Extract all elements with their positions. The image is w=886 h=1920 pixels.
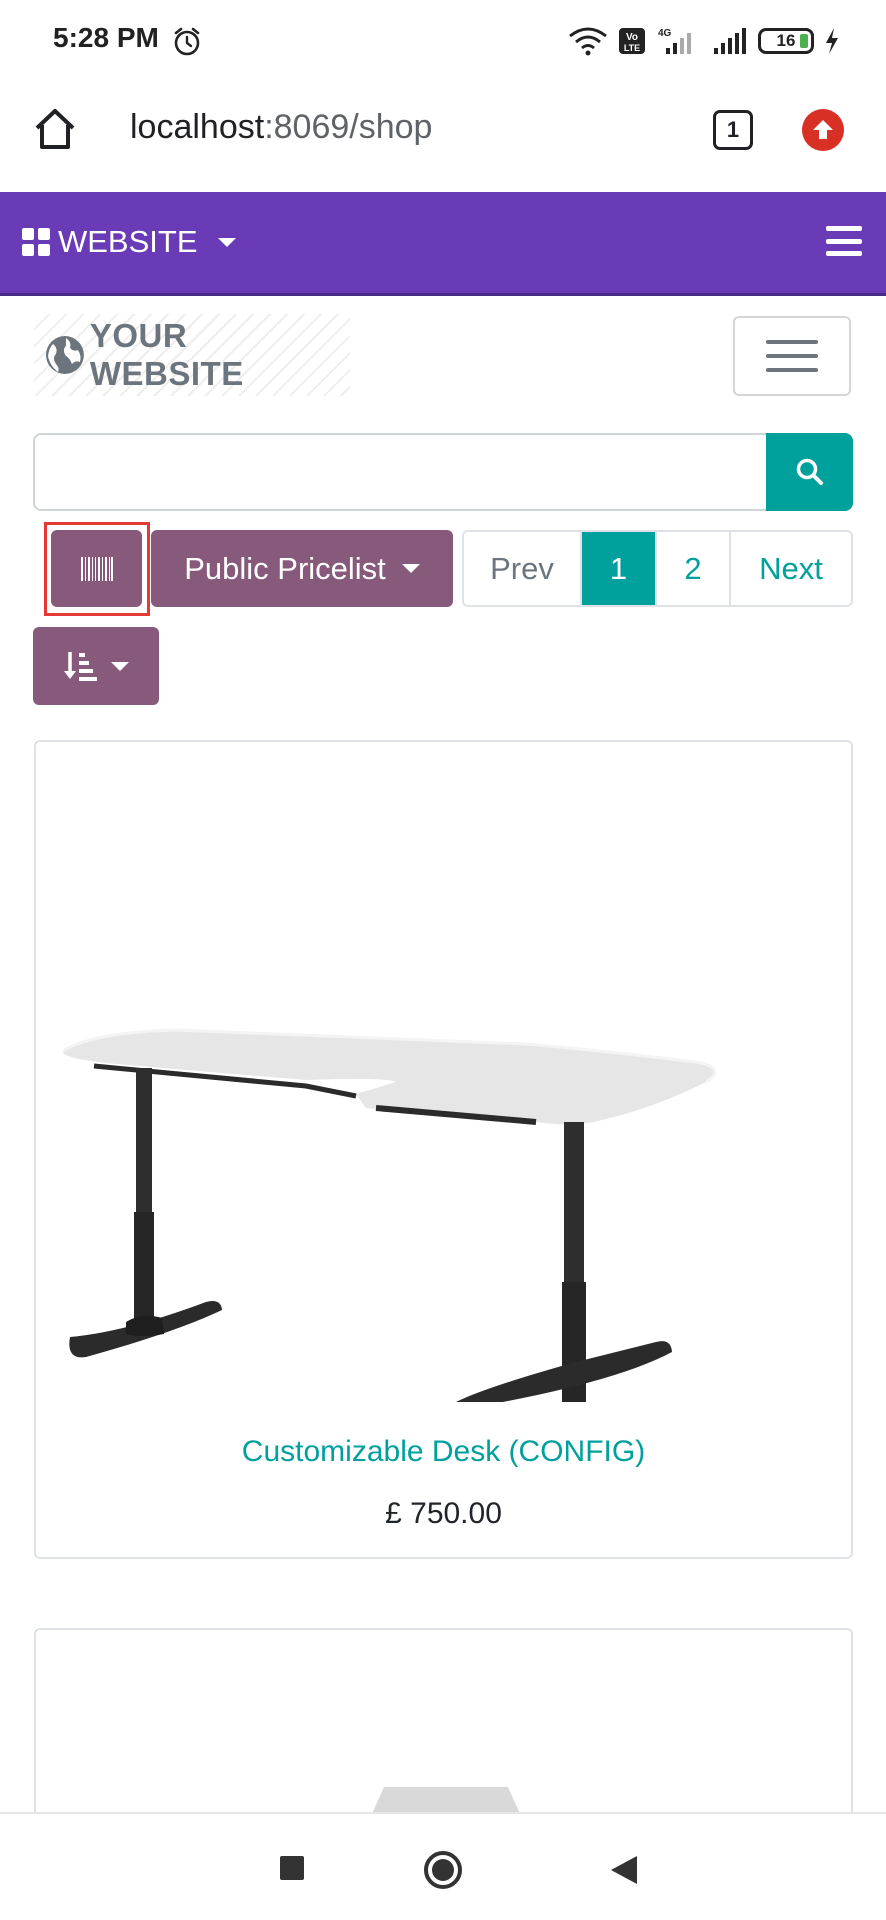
- home-button-icon[interactable]: [423, 1850, 463, 1890]
- tab-switcher-button[interactable]: 1: [713, 110, 753, 150]
- website-label: WEBSITE: [58, 224, 198, 259]
- pricelist-dropdown[interactable]: Public Pricelist: [151, 530, 453, 607]
- arrow-up-icon: [813, 120, 833, 139]
- battery-level: 16: [776, 31, 796, 50]
- status-bar: 5:28 PM Vo LTE 4G 16: [0, 0, 886, 80]
- sort-amount-icon: [64, 652, 97, 681]
- website-admin-bar: WEBSITE: [0, 192, 886, 296]
- logo-text: YOUR WEBSITE: [89, 317, 244, 392]
- pricelist-label: Public Pricelist: [184, 550, 386, 586]
- wifi-icon: [569, 27, 607, 56]
- address-bar[interactable]: localhost:8069/shop: [130, 108, 432, 147]
- apps-grid-icon: [22, 228, 50, 256]
- site-logo[interactable]: YOUR WEBSITE: [34, 314, 350, 396]
- signal-4g-icon: 4G: [658, 28, 691, 54]
- globe-icon: [45, 336, 84, 374]
- status-icons: Vo LTE 4G 16: [568, 24, 840, 58]
- pager-prev[interactable]: Prev: [464, 532, 582, 605]
- url-host: localhost: [130, 108, 265, 146]
- pager-page-2[interactable]: 2: [657, 532, 731, 605]
- search-icon: [796, 458, 823, 485]
- svg-text:LTE: LTE: [624, 43, 640, 53]
- signal-icon: [714, 28, 746, 54]
- product-card[interactable]: Customizable Desk (CONFIG) £ 750.00: [34, 740, 853, 1559]
- svg-text:Vo: Vo: [626, 32, 638, 43]
- product-image[interactable]: [56, 882, 846, 1402]
- browser-toolbar: localhost:8069/shop 1: [0, 80, 886, 192]
- recent-apps-icon[interactable]: [280, 1856, 304, 1880]
- pagination: Prev 1 2 Next: [462, 530, 853, 607]
- caret-down-icon: [217, 237, 236, 247]
- sort-dropdown[interactable]: [33, 627, 159, 705]
- navbar-toggler-button[interactable]: [733, 316, 851, 396]
- product-price: £ 750.00: [385, 1497, 502, 1530]
- caret-down-icon: [401, 564, 420, 573]
- product-name-link[interactable]: Customizable Desk (CONFIG): [36, 1435, 851, 1469]
- volte-icon: Vo LTE: [619, 28, 645, 54]
- url-path: :8069/shop: [264, 108, 433, 146]
- product-card[interactable]: [34, 1628, 853, 1828]
- home-icon[interactable]: [32, 106, 78, 152]
- search-button[interactable]: [766, 433, 853, 511]
- alarm-icon: [174, 27, 200, 56]
- pager-next[interactable]: Next: [731, 532, 851, 605]
- product-search-input[interactable]: [33, 433, 767, 511]
- battery-icon: 16: [758, 28, 814, 54]
- system-nav-bar: [0, 1812, 886, 1920]
- svg-text:4G: 4G: [658, 28, 672, 39]
- website-menu-button[interactable]: WEBSITE: [22, 224, 236, 260]
- pager-page-1[interactable]: 1: [582, 532, 657, 605]
- barcode-icon: [80, 556, 113, 581]
- status-time: 5:28 PM: [53, 22, 159, 53]
- caret-down-icon: [111, 661, 129, 671]
- back-icon[interactable]: [609, 1854, 639, 1886]
- charging-icon: [826, 28, 838, 54]
- admin-menu-icon[interactable]: [826, 226, 862, 256]
- update-icon[interactable]: [802, 109, 844, 151]
- barcode-scan-button[interactable]: [51, 530, 142, 607]
